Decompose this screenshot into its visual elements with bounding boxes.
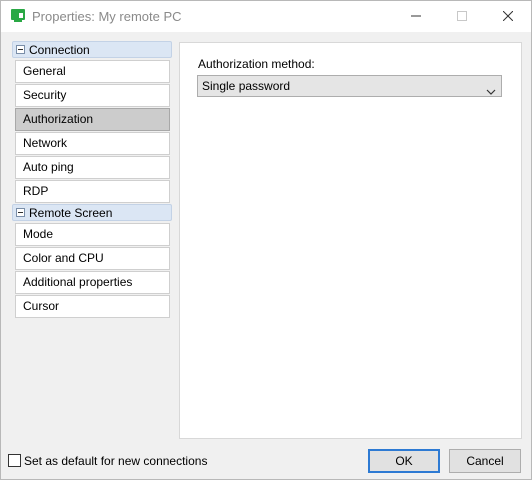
cancel-button[interactable]: Cancel bbox=[449, 449, 521, 473]
sidebar-item-authorization[interactable]: Authorization bbox=[15, 108, 170, 131]
sidebar-item-mode[interactable]: Mode bbox=[15, 223, 170, 246]
sidebar-item-auto-ping[interactable]: Auto ping bbox=[15, 156, 170, 179]
sidebar-item-cursor[interactable]: Cursor bbox=[15, 295, 170, 318]
minimize-icon bbox=[411, 10, 421, 24]
properties-window: Properties: My remote PC Connection Gene… bbox=[0, 0, 532, 480]
group-label: Remote Screen bbox=[29, 206, 113, 220]
authorization-method-value: Single password bbox=[202, 79, 291, 93]
collapse-icon[interactable] bbox=[16, 45, 25, 54]
window-title: Properties: My remote PC bbox=[32, 9, 182, 24]
chevron-down-icon bbox=[486, 82, 496, 95]
app-icon bbox=[11, 9, 25, 22]
close-button[interactable] bbox=[485, 1, 531, 32]
set-default-checkbox[interactable] bbox=[8, 454, 21, 467]
group-header-remote-screen[interactable]: Remote Screen bbox=[12, 204, 172, 221]
maximize-icon bbox=[457, 10, 467, 24]
group-label: Connection bbox=[29, 43, 90, 57]
maximize-button[interactable] bbox=[439, 1, 485, 32]
authorization-method-label: Authorization method: bbox=[198, 57, 315, 71]
title-bar[interactable]: Properties: My remote PC bbox=[1, 1, 531, 32]
ok-button[interactable]: OK bbox=[368, 449, 440, 473]
close-icon bbox=[502, 10, 514, 24]
collapse-icon[interactable] bbox=[16, 208, 25, 217]
sidebar-item-color-and-cpu[interactable]: Color and CPU bbox=[15, 247, 170, 270]
content-panel bbox=[179, 42, 522, 439]
sidebar-item-rdp[interactable]: RDP bbox=[15, 180, 170, 203]
sidebar-item-network[interactable]: Network bbox=[15, 132, 170, 155]
minimize-button[interactable] bbox=[393, 1, 439, 32]
group-header-connection[interactable]: Connection bbox=[12, 41, 172, 58]
sidebar-item-additional-properties[interactable]: Additional properties bbox=[15, 271, 170, 294]
sidebar-item-security[interactable]: Security bbox=[15, 84, 170, 107]
set-default-label[interactable]: Set as default for new connections bbox=[24, 454, 207, 468]
sidebar-item-general[interactable]: General bbox=[15, 60, 170, 83]
authorization-method-select[interactable]: Single password bbox=[197, 75, 502, 97]
